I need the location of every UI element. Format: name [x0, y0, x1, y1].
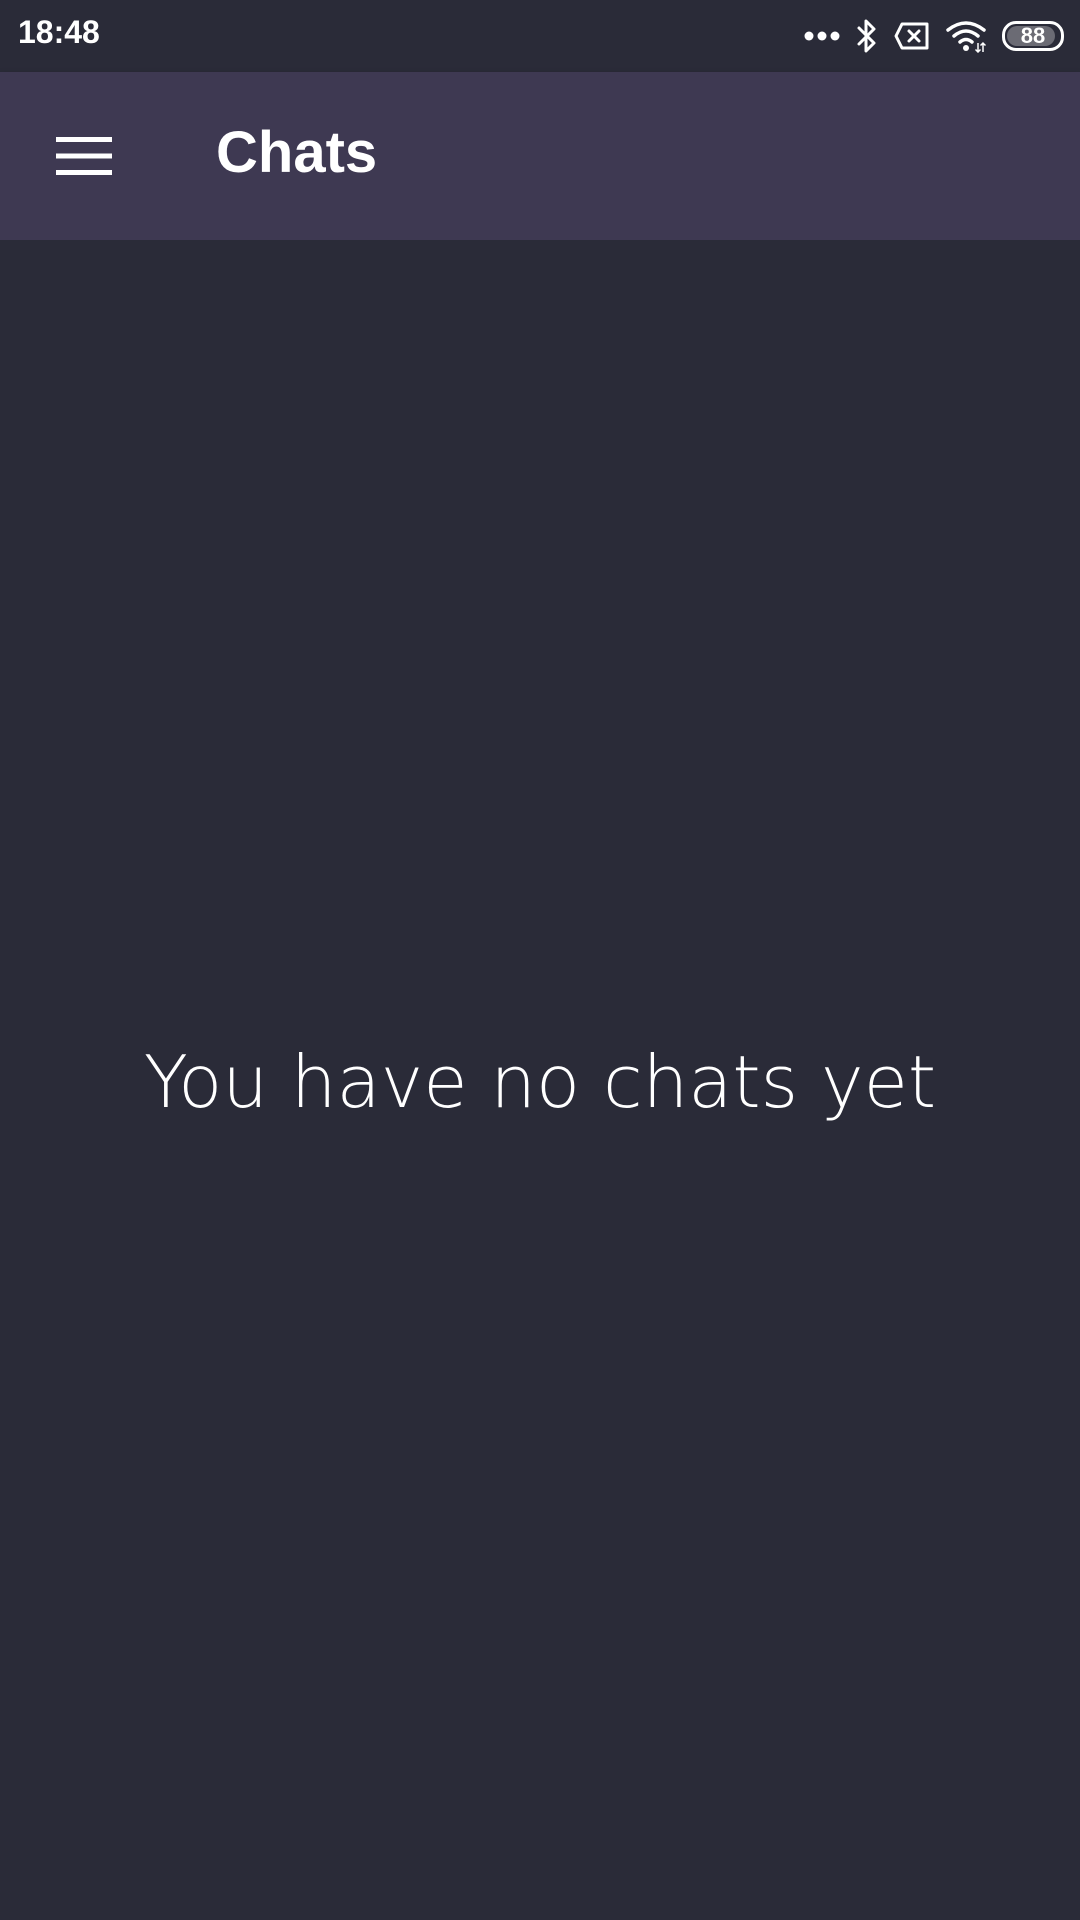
status-bar: 18:48 88 [0, 0, 1080, 72]
more-dots-icon [804, 30, 840, 42]
empty-state-message: You have no chats yet [143, 1040, 937, 1124]
status-time: 18:48 [18, 14, 100, 50]
menu-button[interactable] [40, 112, 128, 200]
bluetooth-icon [856, 18, 878, 54]
app-bar: Chats [0, 72, 1080, 240]
hamburger-menu-icon [56, 137, 112, 175]
status-icons: 88 [804, 14, 1064, 58]
sim-off-icon [894, 22, 930, 50]
page-title: Chats [216, 120, 378, 185]
battery-icon: 88 [1002, 21, 1064, 51]
wifi-icon [946, 19, 986, 53]
battery-level: 88 [1020, 23, 1046, 48]
